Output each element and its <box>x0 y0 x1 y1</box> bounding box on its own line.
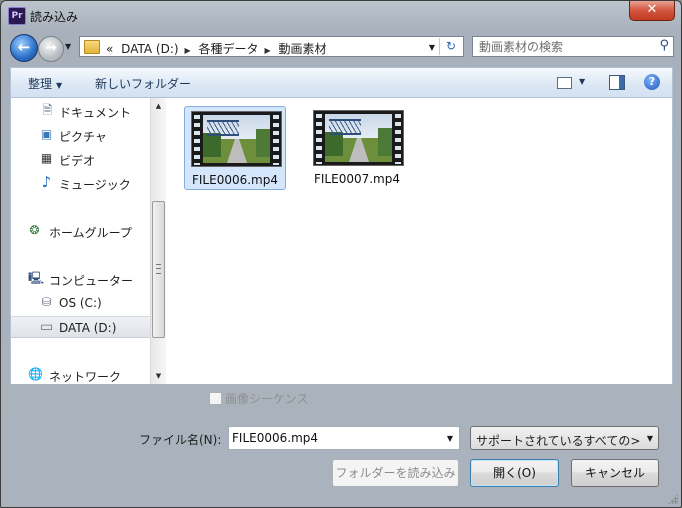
sidebar-item-documents[interactable]: 🗎 ドキュメント <box>11 100 150 122</box>
music-icon: ♪ <box>41 173 52 191</box>
film-perforation <box>316 114 322 164</box>
breadcrumb-item-data-drive[interactable]: DATA (D:) <box>121 42 178 56</box>
pictures-icon: ▣ <box>40 127 53 141</box>
filename-combobox: ▼ <box>228 426 460 450</box>
open-button[interactable]: 開く(O) <box>470 459 559 487</box>
scroll-up-icon[interactable]: ▲ <box>151 98 166 114</box>
filename-label: ファイル名(N): <box>139 433 222 447</box>
sidebar-item-label: ミュージック <box>59 178 131 192</box>
breadcrumb-item-video-folder[interactable]: 動画素材 <box>279 42 327 56</box>
sidebar-item-music[interactable]: ♪ ミュージック <box>11 172 150 194</box>
navigation-pane: 🗎 ドキュメント ▣ ピクチャ ▦ ビデオ ♪ ミュージック ❂ ホームグループ… <box>10 98 150 384</box>
view-options-dropdown-icon[interactable]: ▼ <box>579 77 585 86</box>
sidebar-item-label: OS (C:) <box>59 296 102 310</box>
cancel-button[interactable]: キャンセル <box>571 459 659 487</box>
refresh-button[interactable]: ↻ <box>439 38 462 55</box>
back-button[interactable]: ← <box>10 34 38 62</box>
resize-grip-icon[interactable] <box>668 494 678 504</box>
thumbnail-frame <box>325 114 392 162</box>
sidebar-item-pictures[interactable]: ▣ ピクチャ <box>11 124 150 146</box>
search-input[interactable] <box>473 37 655 56</box>
file-type-dropdown-icon: ▼ <box>646 434 653 443</box>
scrollbar-thumb[interactable] <box>152 201 165 338</box>
history-dropdown-icon[interactable]: ▼ <box>65 42 71 51</box>
change-view-icon[interactable] <box>557 77 572 89</box>
document-icon: 🗎 <box>42 103 53 117</box>
image-sequence-option: 画像シーケンス <box>209 390 308 407</box>
address-bar[interactable]: « DATA (D:) ▶ 各種データ ▶ 動画素材 ▼ ↻ <box>79 36 464 57</box>
navigation-scrollbar[interactable]: ▲ ▼ <box>150 98 166 384</box>
title-bar: Pr 読み込み ✕ <box>1 1 681 29</box>
organize-button[interactable]: 整理 ▼ <box>28 75 62 92</box>
breadcrumb-separator-icon[interactable]: ▶ <box>185 46 191 55</box>
command-toolbar: 整理 ▼ 新しいフォルダー ▼ ? <box>10 67 673 98</box>
folder-icon <box>84 40 100 54</box>
organize-arrow-icon: ▼ <box>56 81 63 90</box>
system-drive-icon: ⛁ <box>41 295 52 309</box>
breadcrumb: « DATA (D:) ▶ 各種データ ▶ 動画素材 <box>106 40 331 57</box>
sidebar-item-label: ビデオ <box>59 154 96 168</box>
file-name: FILE0007.mp4 <box>313 172 400 186</box>
scroll-down-icon[interactable]: ▼ <box>151 368 166 384</box>
film-perforation <box>273 115 279 165</box>
file-type-filter[interactable]: サポートされているすべての> ▼ <box>470 426 659 450</box>
thumbnail-frame <box>203 115 270 163</box>
sidebar-item-label: ピクチャ <box>59 130 107 144</box>
video-thumbnail <box>191 111 282 167</box>
video-thumbnail <box>313 110 404 166</box>
image-sequence-checkbox <box>209 392 222 405</box>
help-icon[interactable]: ? <box>644 74 660 90</box>
sidebar-item-network[interactable]: 🌐 ネットワーク <box>11 364 150 385</box>
search-icon[interactable]: ⚲ <box>659 38 669 53</box>
computer-icon: 🖳 <box>28 271 45 285</box>
file-name: FILE0006.mp4 <box>191 173 278 187</box>
film-perforation <box>194 115 200 165</box>
address-dropdown-icon[interactable]: ▼ <box>429 43 435 52</box>
close-button[interactable]: ✕ <box>629 1 675 21</box>
filename-dropdown-icon[interactable]: ▼ <box>447 434 453 443</box>
organize-label: 整理 <box>28 77 53 91</box>
sidebar-item-data-drive[interactable]: ▭ DATA (D:) <box>11 316 150 338</box>
homegroup-icon: ❂ <box>29 223 40 237</box>
network-icon: 🌐 <box>28 367 43 381</box>
sidebar-item-videos[interactable]: ▦ ビデオ <box>11 148 150 170</box>
file-item-file0006[interactable]: FILE0006.mp4 <box>184 106 286 190</box>
sidebar-item-label: ドキュメント <box>59 106 132 120</box>
file-item-file0007[interactable]: FILE0007.mp4 <box>307 106 409 190</box>
breadcrumb-item-data-folder[interactable]: 各種データ <box>199 42 259 56</box>
image-sequence-label: 画像シーケンス <box>225 392 309 406</box>
scrollbar-grip-icon <box>156 264 161 274</box>
window-title: 読み込み <box>30 10 79 24</box>
sidebar-item-computer[interactable]: 🖳 コンピューター <box>11 268 150 290</box>
sidebar-item-label: DATA (D:) <box>59 321 117 335</box>
sidebar-item-homegroup[interactable]: ❂ ホームグループ <box>11 220 150 242</box>
premiere-app-icon: Pr <box>8 7 26 25</box>
sidebar-item-label: ホームグループ <box>49 226 132 240</box>
search-box: ⚲ <box>472 36 674 57</box>
filename-input[interactable] <box>229 427 440 449</box>
import-dialog: Pr 読み込み ✕ ← → ▼ « DATA (D:) ▶ 各種データ ▶ 動画素材… <box>0 0 682 508</box>
film-perforation <box>395 114 401 164</box>
preview-pane-icon[interactable] <box>609 75 625 90</box>
navigation-bar: ← → ▼ « DATA (D:) ▶ 各種データ ▶ 動画素材 ▼ ↻ ⚲ <box>1 29 681 65</box>
breadcrumb-separator-icon[interactable]: ▶ <box>265 46 271 55</box>
sidebar-item-os-drive[interactable]: ⛁ OS (C:) <box>11 292 150 314</box>
forward-button[interactable]: → <box>38 36 64 62</box>
sidebar-item-label: ネットワーク <box>49 370 122 384</box>
import-folder-button[interactable]: フォルダーを読み込み <box>332 459 459 487</box>
drive-icon: ▭ <box>40 319 54 335</box>
file-list: FILE0006.mp4 FILE0007.mp4 <box>166 98 673 384</box>
sidebar-item-label: コンピューター <box>49 274 134 288</box>
file-type-filter-value: サポートされているすべての> <box>476 434 641 448</box>
video-icon: ▦ <box>40 151 53 165</box>
breadcrumb-overflow[interactable]: « <box>106 42 113 56</box>
new-folder-button[interactable]: 新しいフォルダー <box>95 75 191 92</box>
